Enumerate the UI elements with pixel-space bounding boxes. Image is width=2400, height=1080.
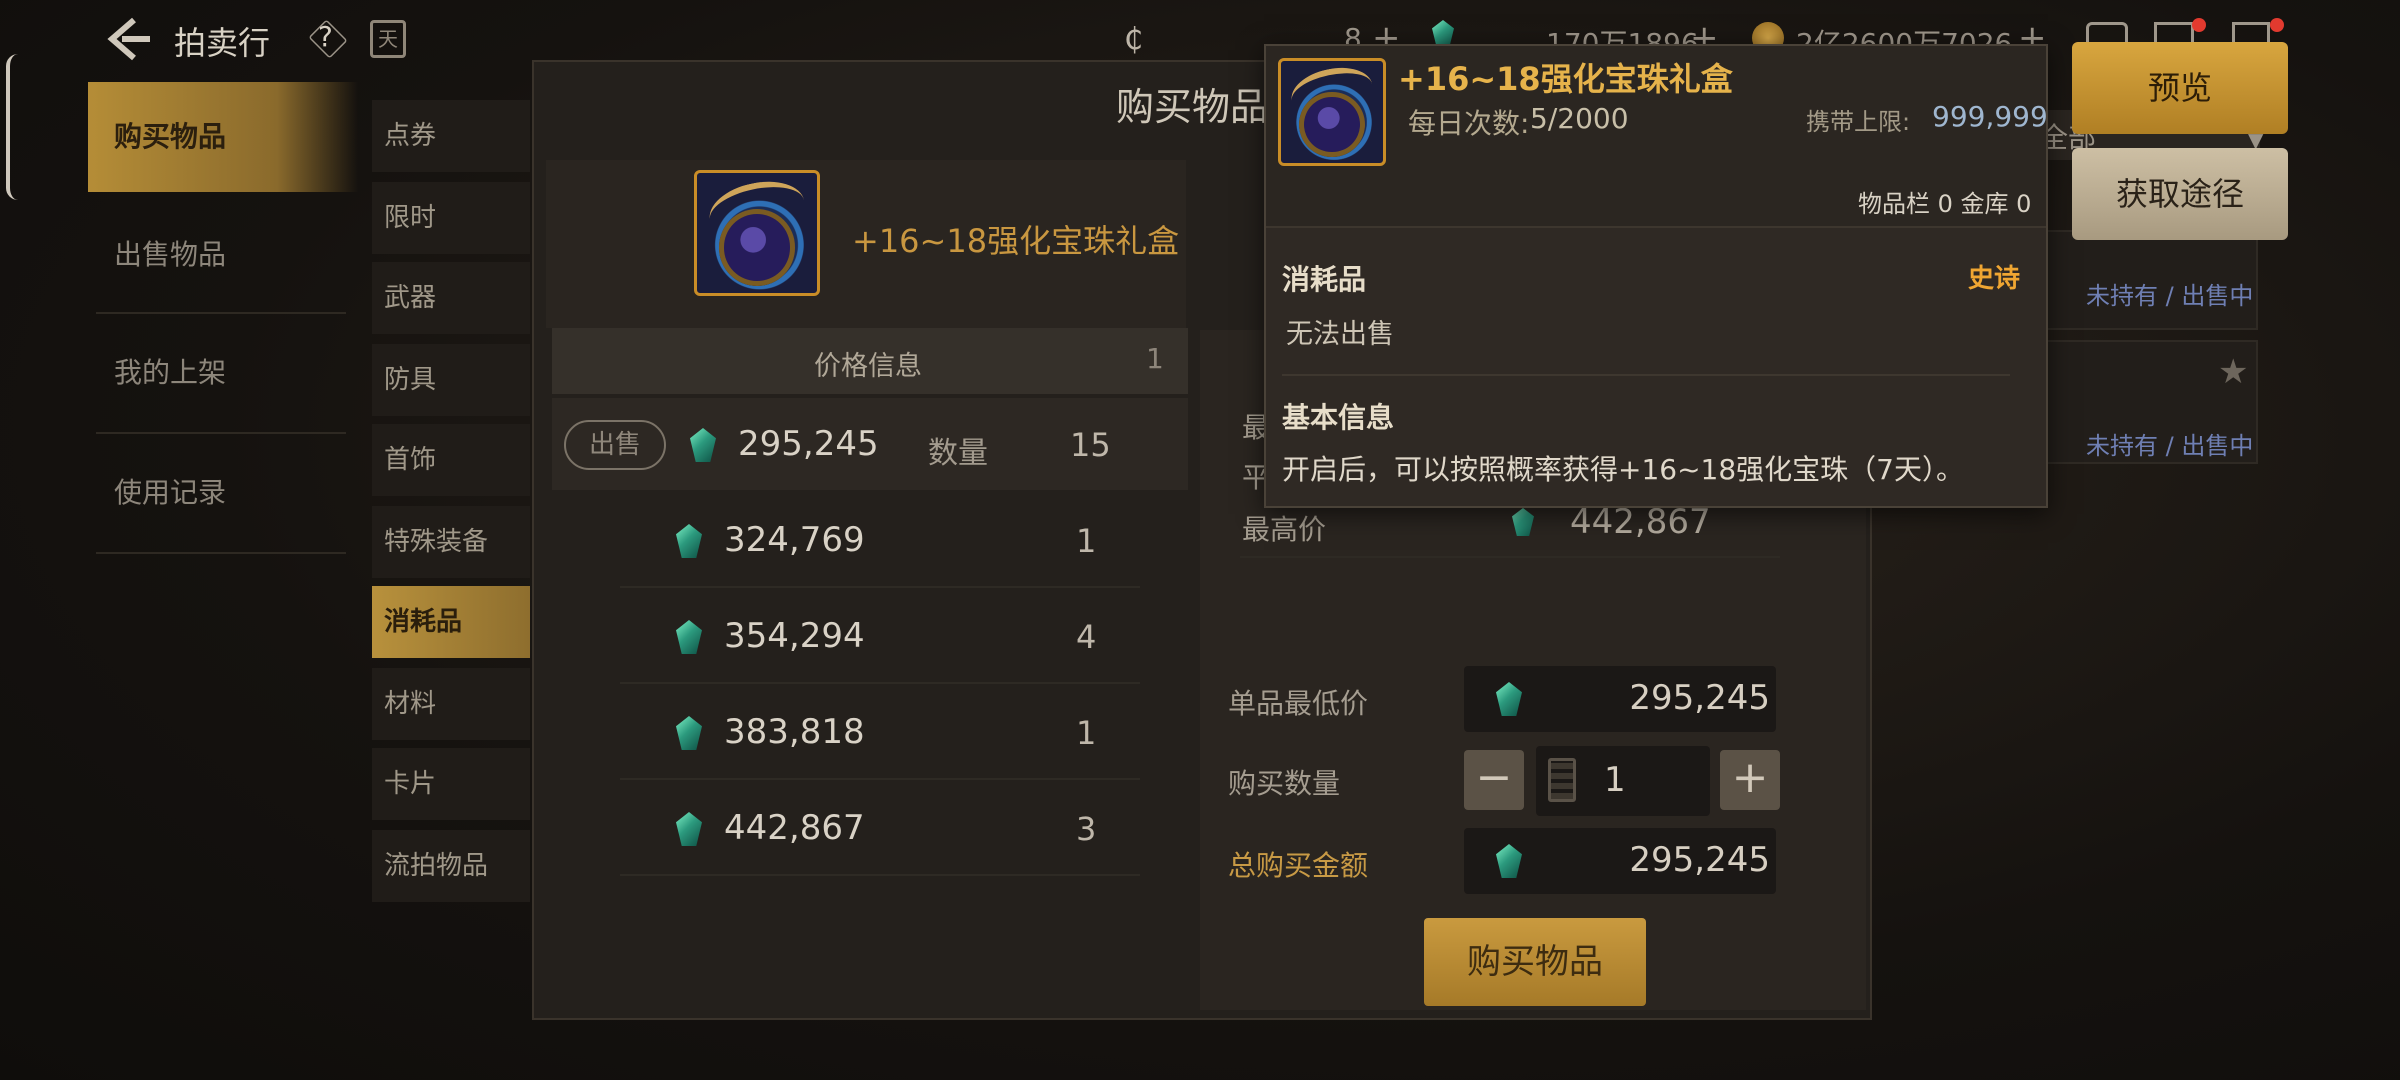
mail-notification-dot [2192, 18, 2206, 32]
currency-c-icon: ₵ [1124, 22, 1144, 57]
item-category: 消耗品 [1282, 263, 1367, 296]
menu-notification-dot [2270, 18, 2284, 32]
tooltip-divider [1282, 374, 2010, 376]
row-qty: 3 [1076, 810, 1097, 848]
nav-divider [96, 552, 346, 554]
buy-quantity-label: 购买数量 [1228, 767, 1341, 800]
item-name: +16~18强化宝珠礼盒 [852, 222, 1180, 260]
basic-info-heading: 基本信息 [1282, 401, 1395, 434]
orb-gift-box-icon[interactable] [694, 170, 820, 296]
ownership-status: 未持有 / 出售中 [2086, 432, 2254, 460]
category-accessories[interactable]: 首饰 [372, 424, 530, 496]
row-qty: 1 [1076, 714, 1097, 752]
row-price: 442,867 [724, 808, 865, 848]
category-consumables[interactable]: 消耗品 [372, 586, 530, 658]
max-price-label: 最高价 [1242, 513, 1327, 546]
category-weapons[interactable]: 武器 [372, 262, 530, 334]
preview-button[interactable]: 预览 [2072, 42, 2288, 134]
row-price: 383,818 [724, 712, 865, 752]
edge-handle[interactable] [6, 54, 20, 200]
category-materials[interactable]: 材料 [372, 668, 530, 740]
daily-count-label: 每日次数: [1408, 107, 1530, 140]
sell-button[interactable]: 出售 [564, 420, 666, 470]
price-info-label: 价格信息 [814, 351, 922, 382]
decrease-quantity-button[interactable]: − [1464, 750, 1524, 810]
calculator-icon[interactable] [1548, 758, 1576, 802]
nav-sell-items[interactable]: 出售物品 [88, 200, 358, 310]
item-description: 开启后，可以按照概率获得+16~18强化宝珠（7天）。 [1282, 453, 1964, 486]
increase-quantity-button[interactable]: + [1720, 750, 1780, 810]
carry-limit-label: 携带上限: [1806, 108, 1911, 136]
total-amount-value: 295,245 [1629, 840, 1770, 880]
nav-my-listings[interactable]: 我的上架 [88, 318, 358, 428]
row-price: 324,769 [724, 520, 865, 560]
item-rarity: 史诗 [1968, 264, 2021, 294]
unsellable-note: 无法出售 [1286, 319, 1394, 350]
nav-divider [96, 312, 346, 314]
auction-screen: 拍卖行 ? 天 ₵ 8 + 170万1896 + 2亿2600万7026 + 购… [0, 0, 2400, 1080]
category-limited[interactable]: 限时 [372, 182, 530, 254]
row-qty: 1 [1076, 522, 1097, 560]
carry-limit-value: 999,999 [1932, 100, 2048, 133]
page-title: 拍卖行 [174, 24, 271, 62]
category-unsold[interactable]: 流拍物品 [372, 830, 530, 902]
category-armor[interactable]: 防具 [372, 344, 530, 416]
storage-count: 物品栏 0 金库 0 [1858, 190, 2032, 218]
row-divider [620, 874, 1140, 876]
star-icon[interactable]: ★ [2218, 352, 2248, 392]
category-cards[interactable]: 卡片 [372, 748, 530, 820]
help-glyph: ? [318, 20, 333, 53]
orb-gift-box-icon [1278, 58, 1386, 166]
nav-buy-items[interactable]: 购买物品 [88, 82, 358, 192]
tooltip-divider [1266, 226, 2046, 228]
category-special-equipment[interactable]: 特殊装备 [372, 506, 530, 578]
panel-title: 购买物品 [1116, 85, 1269, 129]
calendar-icon[interactable]: 天 [370, 20, 406, 58]
quantity-value: 1 [1604, 760, 1626, 800]
row-qty: 4 [1076, 618, 1097, 656]
row-divider [620, 682, 1140, 684]
unit-min-price-label: 单品最低价 [1228, 687, 1369, 720]
divider [1240, 556, 1780, 558]
obtain-source-button[interactable]: 获取途径 [2072, 148, 2288, 240]
row-divider [620, 778, 1140, 780]
buy-item-button[interactable]: 购买物品 [1424, 918, 1646, 1006]
nav-divider [96, 432, 346, 434]
tooltip-title: +16~18强化宝珠礼盒 [1398, 60, 1733, 98]
ownership-status: 未持有 / 出售中 [2086, 282, 2254, 310]
back-arrow-icon[interactable] [104, 14, 154, 64]
nav-usage-log[interactable]: 使用记录 [88, 438, 358, 548]
daily-count-value: 5/2000 [1530, 102, 1629, 135]
row-divider [620, 586, 1140, 588]
row-qty: 15 [1070, 426, 1111, 464]
max-price-value: 442,867 [1570, 502, 1711, 542]
row-price: 295,245 [738, 424, 879, 464]
total-amount-label: 总购买金额 [1228, 849, 1369, 882]
unit-min-price-value: 295,245 [1629, 678, 1770, 718]
quantity-label: 数量 [928, 436, 988, 471]
price-info-count: 1 [1146, 342, 1164, 375]
row-price: 354,294 [724, 616, 865, 656]
category-vouchers[interactable]: 点券 [372, 100, 530, 172]
